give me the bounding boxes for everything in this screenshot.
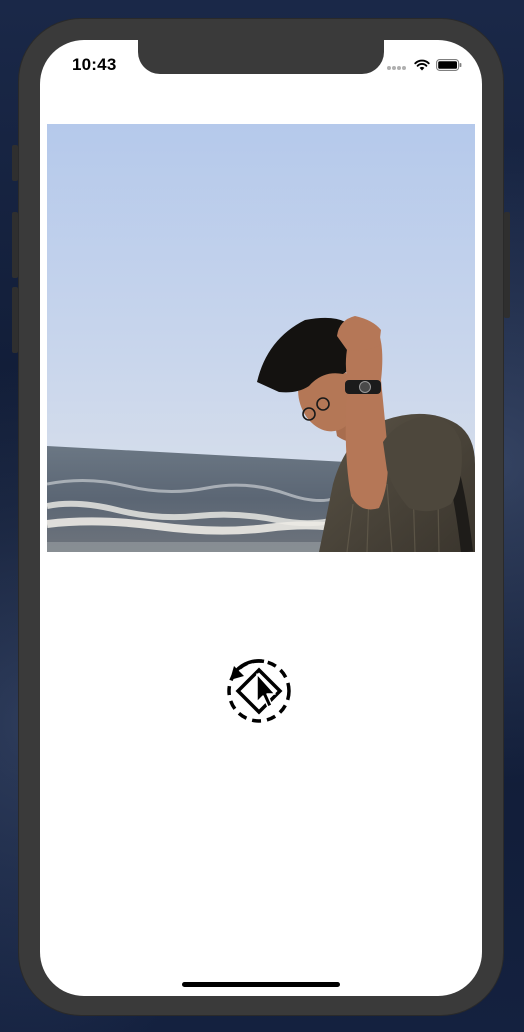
battery-icon <box>436 58 462 76</box>
signal-dots-icon <box>386 58 408 76</box>
rotate-left-icon <box>227 659 291 723</box>
silent-switch <box>12 145 18 181</box>
volume-up-button <box>12 212 18 278</box>
status-time: 10:43 <box>72 55 117 74</box>
profile-photo <box>47 124 475 552</box>
home-indicator[interactable] <box>182 982 340 987</box>
wifi-icon <box>414 58 430 76</box>
volume-down-button <box>12 287 18 353</box>
status-icons <box>386 58 462 76</box>
phone-screen: 10:43 <box>40 40 482 996</box>
notch <box>138 40 384 74</box>
power-button <box>504 212 510 318</box>
reload-loader[interactable] <box>224 656 294 726</box>
